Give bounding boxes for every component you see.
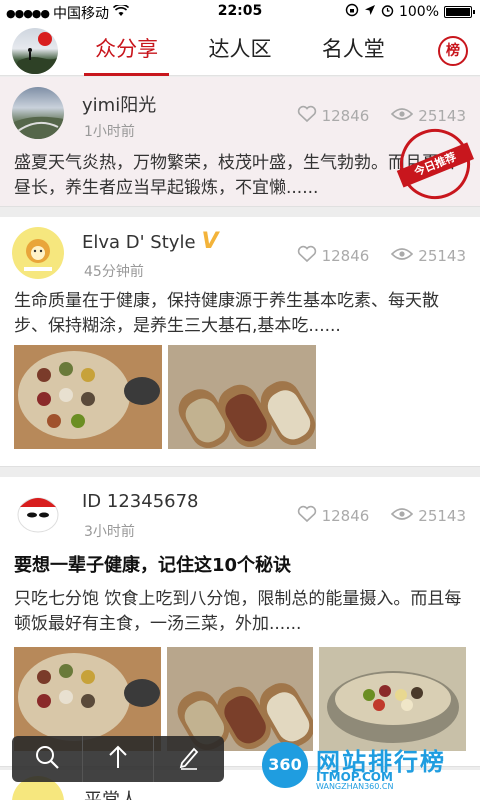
feed-item[interactable]: ID 12345678 3小时前 12846 25143 要想一辈子健康，记住这…: [0, 477, 480, 767]
view-count: 25143: [418, 507, 466, 525]
like-count: 12846: [321, 507, 370, 525]
tab-share[interactable]: 众分享: [70, 24, 183, 76]
rotation-lock-icon: [345, 3, 359, 21]
location-icon: [364, 4, 376, 20]
feed-list: yimi阳光 1小时前 12846 25143 今日推荐 盛夏天气炎热，万物繁荣…: [0, 77, 480, 767]
post-stats: 12846 25143: [281, 105, 466, 127]
main-tabs: 众分享 达人区 名人堂: [70, 24, 410, 76]
stamp-label: 今日推荐: [396, 142, 474, 188]
post-stats: 12846 25143: [281, 505, 466, 527]
tab-experts[interactable]: 达人区: [183, 24, 296, 76]
eye-icon: [391, 107, 414, 125]
post-excerpt: 生命质量在于健康，保持健康源于养生基本吃素、每天散步、保持糊涂，是养生三大基石,…: [14, 291, 439, 336]
verified-v-icon: V: [201, 229, 219, 254]
search-button[interactable]: [12, 736, 83, 782]
username[interactable]: ID 12345678: [82, 491, 199, 512]
username[interactable]: yimi阳光: [82, 91, 156, 117]
battery-icon: [444, 6, 475, 18]
post-image[interactable]: [319, 647, 467, 751]
battery-label: 100%: [398, 4, 439, 20]
heart-icon[interactable]: [297, 105, 317, 127]
feed-item[interactable]: yimi阳光 1小时前 12846 25143 今日推荐 盛夏天气炎热，万物繁荣…: [0, 77, 480, 210]
post-time: 1小时前: [84, 124, 135, 140]
post-image[interactable]: [14, 345, 162, 449]
username[interactable]: 平常人: [84, 786, 138, 800]
avatar[interactable]: [12, 487, 64, 539]
post-stats: 12846 25143: [281, 245, 466, 267]
floating-toolbar: [12, 736, 224, 782]
like-count: 12846: [321, 247, 370, 265]
alarm-icon: [381, 4, 394, 21]
site-watermark: 360 网站排行榜 ITMOP.COM WANGZHAN360.CN: [262, 740, 472, 794]
like-count: 12846: [321, 107, 370, 125]
view-count: 25143: [418, 247, 466, 265]
tab-hall-of-fame[interactable]: 名人堂: [297, 24, 410, 76]
eye-icon: [391, 507, 414, 525]
pencil-icon: [177, 744, 201, 774]
eye-icon: [391, 247, 414, 265]
post-time: 45分钟前: [84, 264, 144, 280]
post-excerpt: 只吃七分饱 饮食上吃到八分饱，限制总的能量摄入。而且每顿饭最好有主食，一汤三菜，…: [14, 589, 462, 634]
post-image[interactable]: [168, 345, 316, 449]
ranking-button[interactable]: 榜: [438, 36, 468, 66]
heart-icon[interactable]: [297, 505, 317, 527]
username[interactable]: Elva D' Style: [82, 232, 196, 253]
view-count: 25143: [418, 107, 466, 125]
avatar[interactable]: [12, 87, 64, 139]
user-avatar[interactable]: [12, 28, 58, 74]
avatar[interactable]: [12, 227, 64, 279]
status-bar: ●●●●● 中国移动 22:05 100%: [0, 0, 480, 24]
watermark-url: WANGZHAN360.CN: [316, 782, 394, 791]
watermark-logo: 360: [262, 742, 308, 788]
compose-button[interactable]: [154, 736, 224, 782]
top-nav: 众分享 达人区 名人堂 榜: [0, 24, 480, 76]
post-images: [14, 345, 466, 449]
feed-item[interactable]: Elva D' Style V 45分钟前 12846 25143 生命质量在于…: [0, 217, 480, 467]
scroll-top-button[interactable]: [83, 736, 154, 782]
search-icon: [34, 744, 60, 774]
heart-icon[interactable]: [297, 245, 317, 267]
arrow-up-icon: [107, 744, 129, 774]
post-time: 3小时前: [84, 524, 135, 540]
